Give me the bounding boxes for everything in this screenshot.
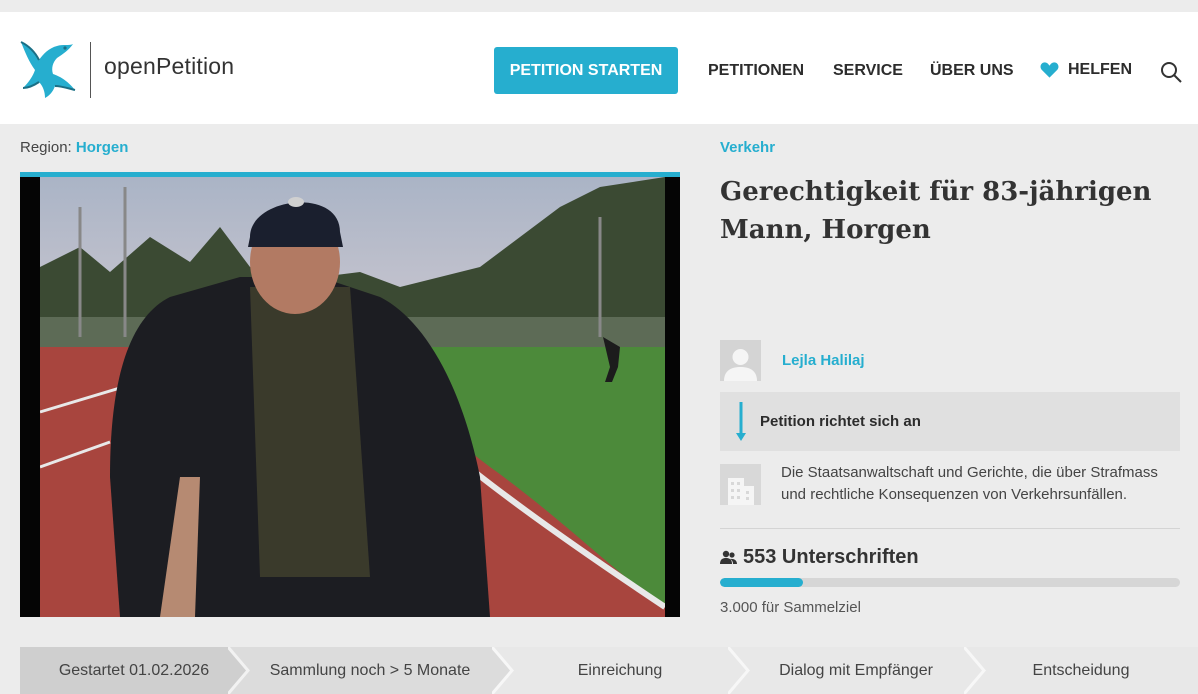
region-label: Region:	[20, 139, 72, 156]
heart-icon	[1040, 62, 1059, 78]
search-icon[interactable]	[1160, 61, 1182, 83]
step-collection-label: Sammlung noch > 5 Monate	[269, 661, 471, 679]
people-icon	[720, 550, 737, 564]
user-silhouette-icon	[724, 349, 757, 381]
signature-goal: 3.000 für Sammelziel	[720, 599, 861, 616]
step-started: Gestartet 01.02.2026	[20, 647, 248, 694]
nav-petitionen[interactable]: PETITIONEN	[708, 62, 804, 80]
logo-text[interactable]: openPetition	[104, 53, 234, 80]
step-submission-label: Einreichung	[577, 661, 663, 679]
author-name[interactable]: Lejla Halilaj	[782, 352, 865, 369]
logo-divider	[90, 42, 91, 98]
nav-helfen-label: HELFEN	[1068, 61, 1132, 78]
signature-progress-fill	[720, 578, 803, 587]
nav-service[interactable]: SERVICE	[833, 62, 903, 80]
petition-progress-steps: Gestartet 01.02.2026 Sammlung noch > 5 M…	[20, 647, 1198, 694]
addressee-text: Die Staatsanwaltschaft und Gerichte, die…	[781, 464, 1158, 503]
signature-count-label: 553 Unterschriften	[743, 546, 919, 568]
addressee-header: Petition richtet sich an	[720, 392, 1180, 451]
step-started-label: Gestartet 01.02.2026	[58, 661, 210, 679]
step-dialog: Dialog mit Empfänger	[728, 647, 984, 694]
avatar[interactable]	[720, 340, 761, 381]
petition-title: Gerechtigkeit für 83-jährigen Mann, Horg…	[720, 177, 1152, 245]
signature-count: 553 Unterschriften	[720, 546, 919, 569]
signature-progress-bar	[720, 578, 1180, 587]
arrow-down-icon	[736, 402, 746, 441]
building-icon	[720, 464, 761, 505]
step-decision-label: Entscheidung	[1032, 661, 1130, 679]
step-collection: Sammlung noch > 5 Monate	[228, 647, 512, 694]
start-petition-button[interactable]: PETITION STARTEN	[494, 47, 678, 94]
nav-helfen[interactable]: HELFEN	[1040, 61, 1132, 79]
dove-logo-icon[interactable]	[19, 38, 79, 100]
nav-ueber-uns[interactable]: ÜBER UNS	[930, 62, 1014, 80]
addressee-heading: Petition richtet sich an	[760, 413, 921, 430]
region: Region: Horgen	[20, 139, 128, 156]
petition-image	[20, 172, 680, 617]
petition-photo	[20, 177, 680, 617]
divider	[720, 528, 1180, 529]
step-dialog-label: Dialog mit Empfänger	[779, 661, 933, 679]
site-header: openPetition PETITION STARTEN PETITIONEN…	[0, 12, 1198, 124]
step-submission: Einreichung	[492, 647, 748, 694]
top-strip	[0, 0, 1198, 12]
region-link[interactable]: Horgen	[76, 139, 129, 156]
category-link[interactable]: Verkehr	[720, 139, 775, 156]
step-decision: Entscheidung	[964, 647, 1198, 694]
